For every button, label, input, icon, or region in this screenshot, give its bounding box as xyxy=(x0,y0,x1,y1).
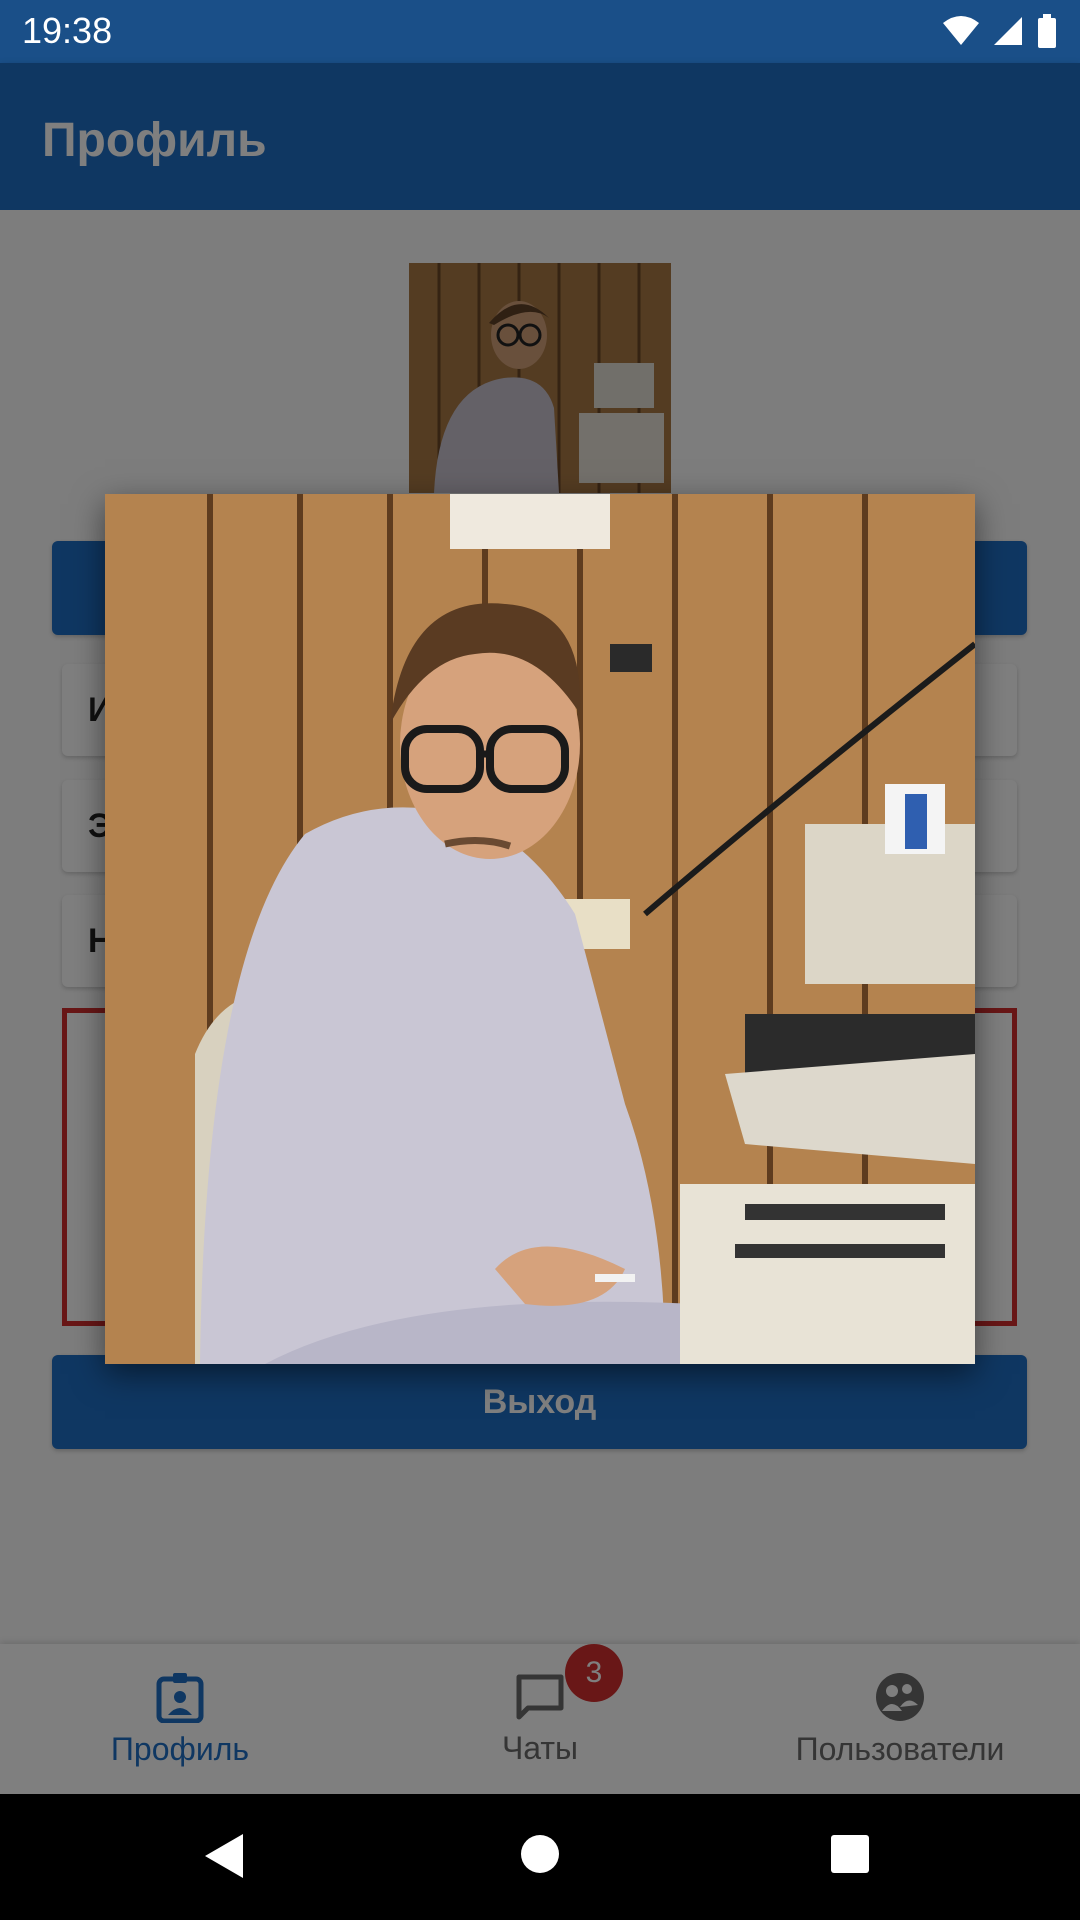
recents-icon[interactable] xyxy=(830,1834,870,1874)
home-icon[interactable] xyxy=(520,1834,560,1874)
back-icon[interactable] xyxy=(203,1832,245,1880)
battery-icon xyxy=(1038,14,1056,48)
wifi-icon xyxy=(943,16,979,45)
profile-photo-large xyxy=(105,494,975,1364)
signal-icon xyxy=(994,17,1022,45)
status-bar: 19:38 xyxy=(0,0,1080,63)
system-navigation-bar xyxy=(0,1794,1080,1920)
photo-preview-dialog[interactable] xyxy=(105,494,975,1364)
status-time: 19:38 xyxy=(22,10,113,51)
